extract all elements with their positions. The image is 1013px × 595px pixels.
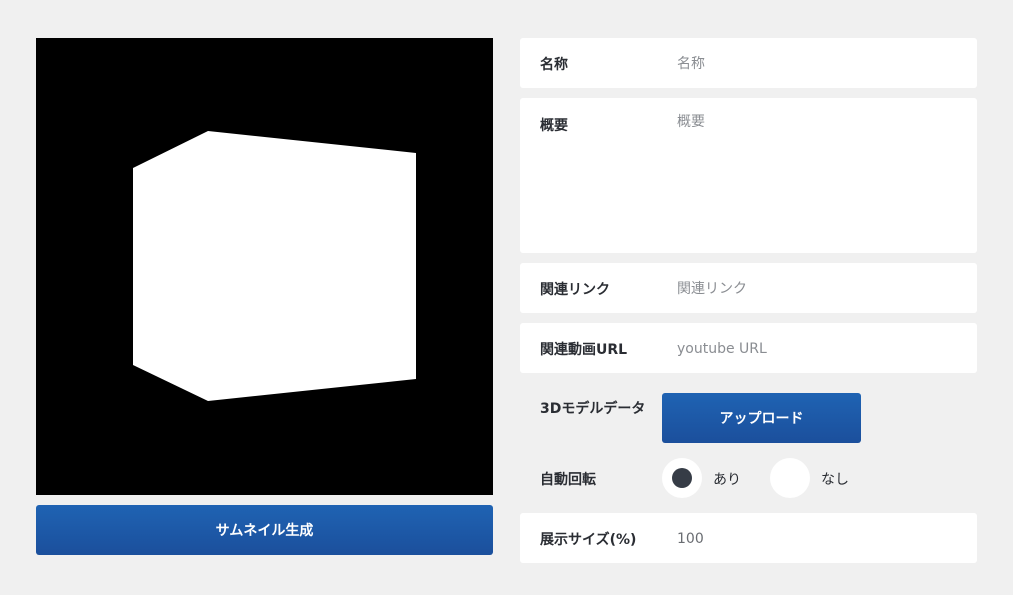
auto-rotate-off-label: なし — [821, 472, 849, 488]
auto-rotate-label: 自動回転 — [540, 472, 596, 488]
radio-selected-dot — [672, 468, 692, 488]
display-size-label: 展示サイズ(%) — [540, 532, 637, 548]
upload-button[interactable]: アップロード — [662, 393, 861, 443]
name-row: 名称 — [520, 38, 977, 88]
summary-row: 概要 — [520, 98, 977, 253]
name-label: 名称 — [540, 57, 568, 73]
model-data-label: 3Dモデルデータ — [540, 401, 646, 417]
cube-model — [133, 131, 416, 401]
summary-textarea[interactable] — [677, 111, 961, 241]
related-link-label: 関連リンク — [540, 282, 610, 298]
auto-rotate-on-label: あり — [713, 472, 741, 488]
video-url-label: 関連動画URL — [540, 342, 628, 358]
3d-model-viewer[interactable] — [36, 38, 493, 495]
related-link-row: 関連リンク — [520, 263, 977, 313]
auto-rotate-off-radio[interactable] — [770, 458, 810, 498]
auto-rotate-on-radio[interactable] — [662, 458, 702, 498]
summary-label: 概要 — [540, 118, 568, 134]
generate-thumbnail-button[interactable]: サムネイル生成 — [36, 505, 493, 555]
display-size-input[interactable] — [677, 529, 961, 549]
related-link-input[interactable] — [677, 279, 961, 299]
cube-shape — [133, 131, 416, 401]
video-url-input[interactable] — [677, 339, 961, 359]
display-size-row: 展示サイズ(%) — [520, 513, 977, 563]
name-input[interactable] — [677, 54, 961, 74]
video-url-row: 関連動画URL — [520, 323, 977, 373]
